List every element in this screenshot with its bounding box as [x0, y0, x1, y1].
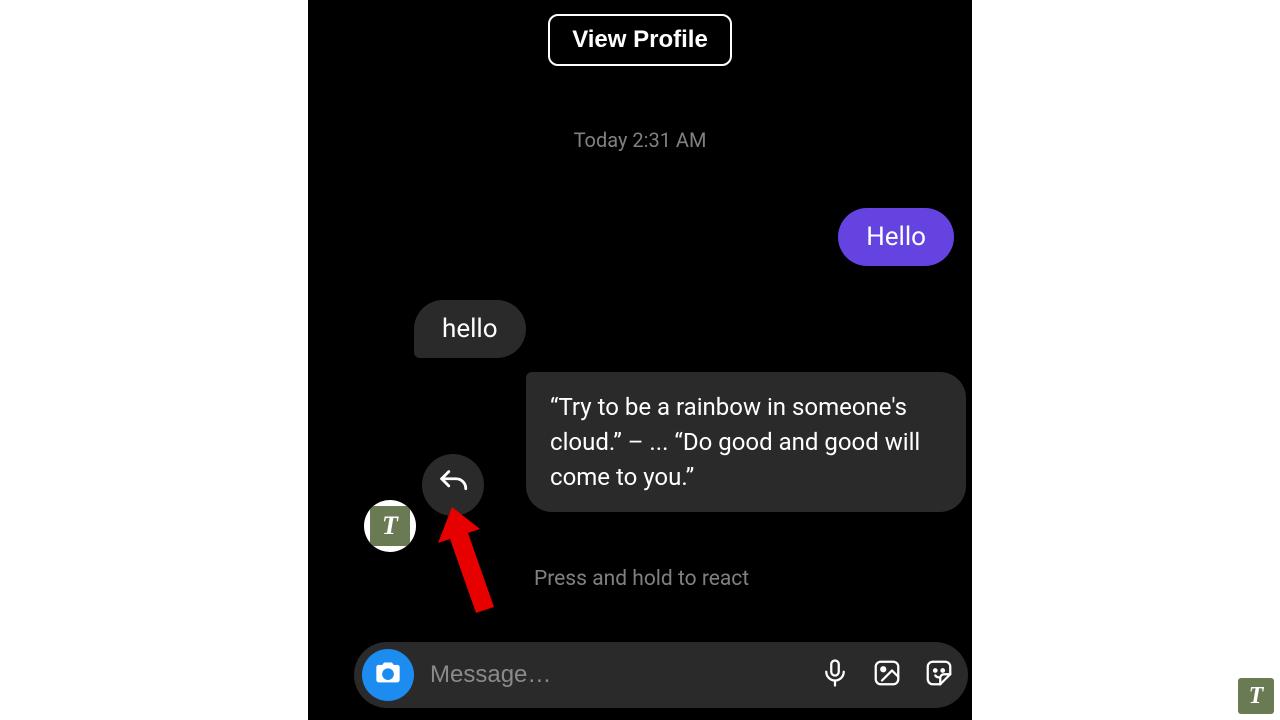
camera-button[interactable] — [362, 649, 414, 701]
chat-screen: View Profile Today 2:31 AM Hello hello “… — [308, 0, 972, 720]
image-icon — [872, 658, 902, 692]
reaction-hint: Press and hold to react — [534, 567, 749, 591]
message-bubble-incoming[interactable]: hello — [414, 300, 526, 358]
avatar-letter: T — [370, 506, 410, 546]
reply-button[interactable] — [422, 454, 484, 516]
watermark-logo: T — [1238, 678, 1274, 714]
message-input-bar — [354, 642, 968, 708]
message-bubble-incoming[interactable]: “Try to be a rainbow in someone's cloud.… — [526, 372, 966, 512]
header-area: View Profile — [308, 0, 972, 66]
gallery-button[interactable] — [872, 658, 902, 692]
reply-arrow-icon — [436, 466, 470, 504]
voice-button[interactable] — [820, 658, 850, 692]
messages-area: Hello hello “Try to be a rainbow in some… — [308, 152, 972, 720]
annotation-arrow-icon — [432, 507, 502, 631]
conversation-timestamp: Today 2:31 AM — [308, 128, 972, 152]
input-actions — [820, 658, 954, 692]
microphone-icon — [820, 658, 850, 692]
view-profile-button[interactable]: View Profile — [548, 14, 732, 66]
camera-icon — [374, 659, 402, 691]
message-input[interactable] — [414, 661, 820, 689]
sticker-button[interactable] — [924, 658, 954, 692]
sticker-icon — [924, 658, 954, 692]
message-bubble-outgoing[interactable]: Hello — [838, 208, 954, 266]
sender-avatar[interactable]: T — [364, 500, 416, 552]
